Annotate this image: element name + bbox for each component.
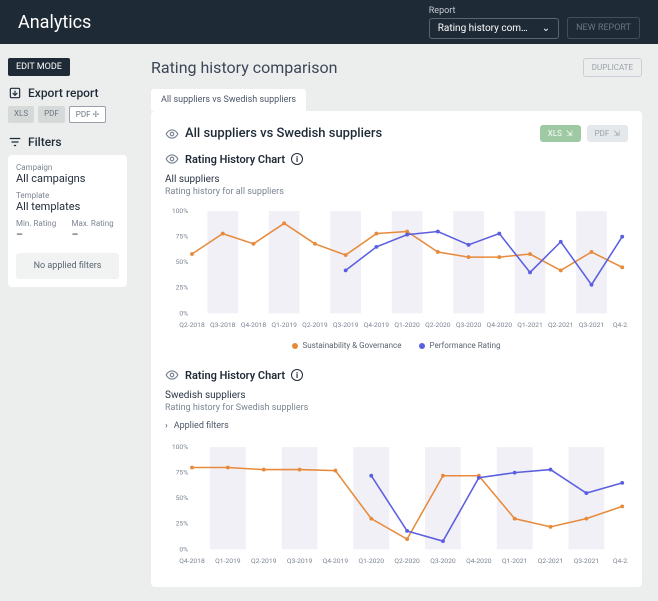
svg-text:Q2-2021: Q2-2021 <box>538 557 563 565</box>
svg-text:Q3-2021: Q3-2021 <box>574 557 599 565</box>
export-icon: ⇲ <box>613 129 620 138</box>
svg-text:Q1-2019: Q1-2019 <box>271 321 297 329</box>
export-xls-button[interactable]: XLS <box>8 106 34 123</box>
duplicate-button[interactable]: DUPLICATE <box>583 58 642 77</box>
svg-text:Q4-2018: Q4-2018 <box>241 321 267 329</box>
report-selected-value: Rating history com… <box>438 23 528 34</box>
eye-icon <box>165 127 179 141</box>
svg-text:Q3-2021: Q3-2021 <box>579 321 604 329</box>
svg-text:Q2-2018: Q2-2018 <box>179 321 205 329</box>
svg-text:Q4-2020: Q4-2020 <box>487 321 513 329</box>
svg-text:100%: 100% <box>172 443 188 451</box>
svg-text:25%: 25% <box>176 520 189 528</box>
svg-text:Q2-2019: Q2-2019 <box>302 321 328 329</box>
chart-2: 0% 25% 50% 75% 100% Q4-2018 Q1-2019 Q2-2019 Q3-2… <box>165 439 628 569</box>
svg-text:Q2-2019: Q2-2019 <box>251 557 277 565</box>
chart-1-label: Rating History Chart <box>185 153 285 166</box>
min-rating-label: Min. Rating <box>16 219 64 228</box>
chart-2-subtitle: Rating history for Swedish suppliers <box>165 403 628 413</box>
legend-dot-b <box>419 343 425 349</box>
svg-text:Q3-2019: Q3-2019 <box>333 321 359 329</box>
svg-text:Q2-2020: Q2-2020 <box>394 557 420 565</box>
template-label: Template <box>16 191 119 200</box>
campaign-label: Campaign <box>16 163 119 172</box>
svg-text:0%: 0% <box>179 545 188 553</box>
template-select[interactable]: All templates <box>16 200 119 213</box>
tab-comparison[interactable]: All suppliers vs Swedish suppliers <box>151 89 306 111</box>
info-icon[interactable]: i <box>291 369 303 381</box>
chart-2-title: Swedish suppliers <box>165 390 628 401</box>
chart-2-label: Rating History Chart <box>185 369 285 382</box>
chart-1-title: All suppliers <box>165 174 628 185</box>
new-report-button[interactable]: NEW REPORT <box>567 17 640 39</box>
chevron-down-icon: ⌄ <box>542 23 550 34</box>
svg-text:Q1-2021: Q1-2021 <box>502 557 527 565</box>
section-xls-button[interactable]: XLS⇲ <box>540 125 581 142</box>
svg-text:Q3-2020: Q3-2020 <box>456 321 482 329</box>
no-filters-message: No applied filters <box>16 253 119 279</box>
filters-icon <box>8 135 22 149</box>
max-rating-input[interactable]: – <box>72 228 120 241</box>
section-title: All suppliers vs Swedish suppliers <box>185 126 382 141</box>
svg-text:Q3-2019: Q3-2019 <box>287 557 313 565</box>
min-rating-input[interactable]: – <box>16 228 64 241</box>
applied-filters-toggle[interactable]: › Applied filters <box>165 421 628 431</box>
filters-panel: Campaign All campaigns Template All temp… <box>8 155 127 287</box>
svg-text:Q1-2019: Q1-2019 <box>215 557 241 565</box>
filters-title: Filters <box>28 135 62 149</box>
svg-text:50%: 50% <box>176 494 189 502</box>
chart-1: 0% 25% 50% 75% 100% Q2-2018 Q3-2018 Q4-2018 Q1-2… <box>165 203 628 333</box>
svg-text:Q1-2020: Q1-2020 <box>394 321 420 329</box>
legend-dot-a <box>292 343 298 349</box>
campaign-select[interactable]: All campaigns <box>16 172 119 185</box>
svg-text:Q4-2019: Q4-2019 <box>323 557 349 565</box>
export-icon <box>8 86 22 100</box>
report-label: Report <box>429 6 559 16</box>
report-select[interactable]: Rating history com… ⌄ <box>429 18 559 39</box>
svg-text:100%: 100% <box>172 207 188 215</box>
edit-mode-badge[interactable]: EDIT MODE <box>8 58 70 76</box>
eye-icon <box>165 152 179 166</box>
svg-text:Q1-2021: Q1-2021 <box>517 321 542 329</box>
svg-text:Q3-2018: Q3-2018 <box>210 321 236 329</box>
svg-text:75%: 75% <box>176 469 189 477</box>
info-icon[interactable]: i <box>291 153 303 165</box>
svg-text:Q3-2020: Q3-2020 <box>430 557 456 565</box>
export-report-title: Export report <box>28 86 99 100</box>
svg-text:Q2-2020: Q2-2020 <box>425 321 451 329</box>
section-pdf-button[interactable]: PDF⇲ <box>587 125 628 142</box>
export-pdf-config-button[interactable]: PDF ✢ <box>69 106 106 123</box>
svg-text:Q2-2021: Q2-2021 <box>548 321 573 329</box>
eye-icon <box>165 368 179 382</box>
svg-text:Q4-2…: Q4-2… <box>613 557 628 565</box>
svg-text:Q4-2019: Q4-2019 <box>364 321 390 329</box>
svg-text:Q4-2020: Q4-2020 <box>466 557 492 565</box>
svg-text:0%: 0% <box>179 309 188 317</box>
svg-text:Q4-2…: Q4-2… <box>613 321 628 329</box>
svg-text:75%: 75% <box>176 233 189 241</box>
svg-text:Q4-2018: Q4-2018 <box>179 557 205 565</box>
max-rating-label: Max. Rating <box>72 219 120 228</box>
chevron-right-icon: › <box>165 421 168 431</box>
svg-text:25%: 25% <box>176 284 189 292</box>
svg-text:50%: 50% <box>176 258 189 266</box>
export-icon: ⇲ <box>566 129 573 138</box>
app-title: Analytics <box>18 12 91 33</box>
page-title: Rating history comparison <box>151 58 338 77</box>
chart-1-legend: Sustainability & Governance Performance … <box>165 341 628 350</box>
chart-1-subtitle: Rating history for all suppliers <box>165 187 628 197</box>
export-pdf-button[interactable]: PDF <box>38 106 65 123</box>
svg-text:Q1-2020: Q1-2020 <box>359 557 385 565</box>
